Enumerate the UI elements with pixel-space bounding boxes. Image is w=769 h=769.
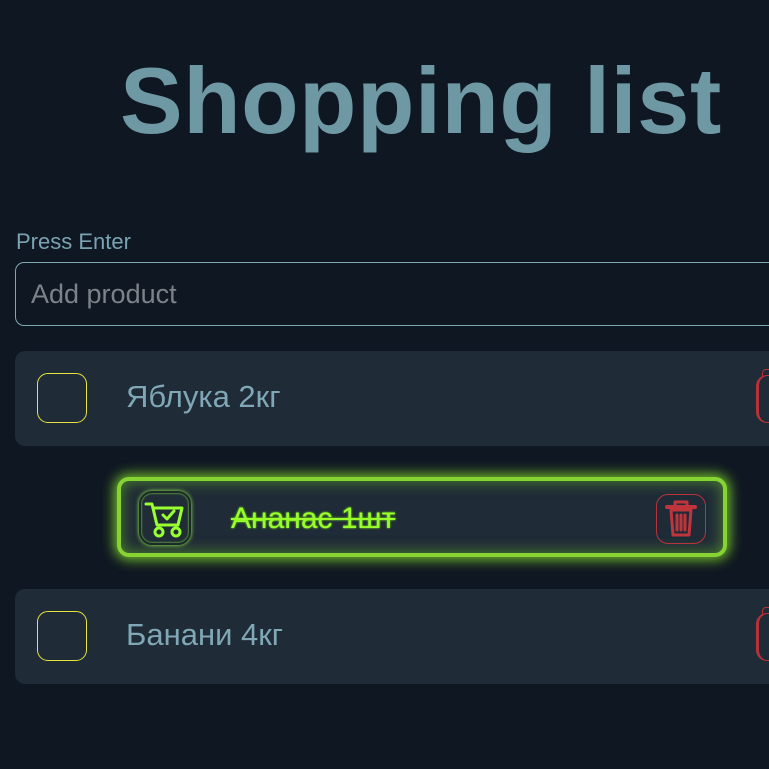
shopping-list-page: Shopping list Press Enter Яблука 2кг Ана… — [0, 0, 769, 769]
input-hint: Press Enter — [16, 229, 131, 254]
add-product-field — [15, 262, 769, 326]
page-title: Shopping list — [120, 48, 722, 153]
completed-list-item: Ананас 1шт — [117, 477, 727, 557]
item-label: Банани 4кг — [126, 617, 284, 652]
add-product-input[interactable] — [16, 263, 769, 325]
list-item: Банани 4кг — [15, 589, 769, 684]
trash-icon — [665, 500, 697, 537]
delete-button[interactable] — [756, 369, 769, 423]
item-checkbox[interactable] — [37, 611, 87, 661]
list-item: Яблука 2кг — [15, 351, 769, 446]
delete-button[interactable] — [756, 607, 769, 661]
completed-item-checkbox[interactable] — [139, 491, 191, 545]
delete-button[interactable] — [656, 494, 706, 544]
item-label: Яблука 2кг — [126, 379, 281, 414]
item-checkbox[interactable] — [37, 373, 87, 423]
completed-item-label: Ананас 1шт — [231, 502, 396, 535]
cart-check-icon — [144, 502, 184, 538]
